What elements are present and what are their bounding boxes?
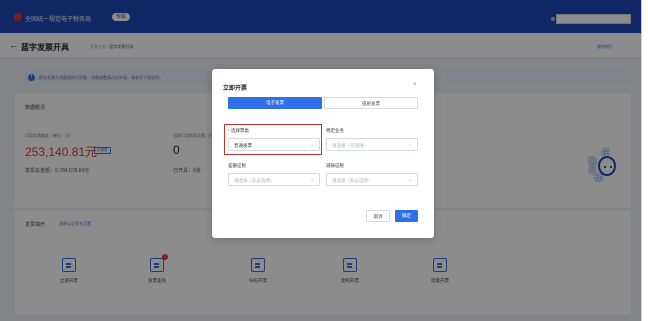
reduced-tax-label: 减按征税 xyxy=(326,163,344,168)
chevron-down-icon: ⌄ xyxy=(408,177,412,182)
close-icon[interactable]: × xyxy=(413,82,417,88)
tab-paper-invoice[interactable]: 纸质发票 xyxy=(324,97,418,109)
special-business-select[interactable]: 请选择（可选填） ⌄ xyxy=(326,138,418,151)
cancel-button[interactable]: 取消 xyxy=(366,210,390,222)
reduced-tax-placeholder: 请选择（非必选项） xyxy=(332,178,373,183)
chevron-down-icon: ⌄ xyxy=(408,142,412,147)
app-page: 全国统一规范电子税务局 专属 ← 蓝字发票开具 发票业务 / 蓝字发票开具 操作… xyxy=(0,0,641,321)
diff-tax-placeholder: 请选择（非必选项） xyxy=(234,178,275,183)
invoice-type-highlight-box xyxy=(224,124,322,155)
diff-tax-label: 差额征税 xyxy=(228,163,246,168)
diff-tax-select[interactable]: 请选择（非必选项） ⌄ xyxy=(228,173,320,186)
dialog-title: 立即开票 xyxy=(223,86,248,92)
chevron-down-icon: ⌄ xyxy=(310,177,314,182)
confirm-button[interactable]: 确定 xyxy=(395,210,418,222)
tab-electronic-invoice[interactable]: 电子发票 xyxy=(228,97,322,109)
special-business-placeholder: 请选择（可选填） xyxy=(332,143,368,148)
right-scrollbar[interactable] xyxy=(641,0,648,321)
special-business-label: 特定业务 xyxy=(326,128,344,133)
reduced-tax-select[interactable]: 请选择（非必选项） ⌄ xyxy=(326,173,418,186)
